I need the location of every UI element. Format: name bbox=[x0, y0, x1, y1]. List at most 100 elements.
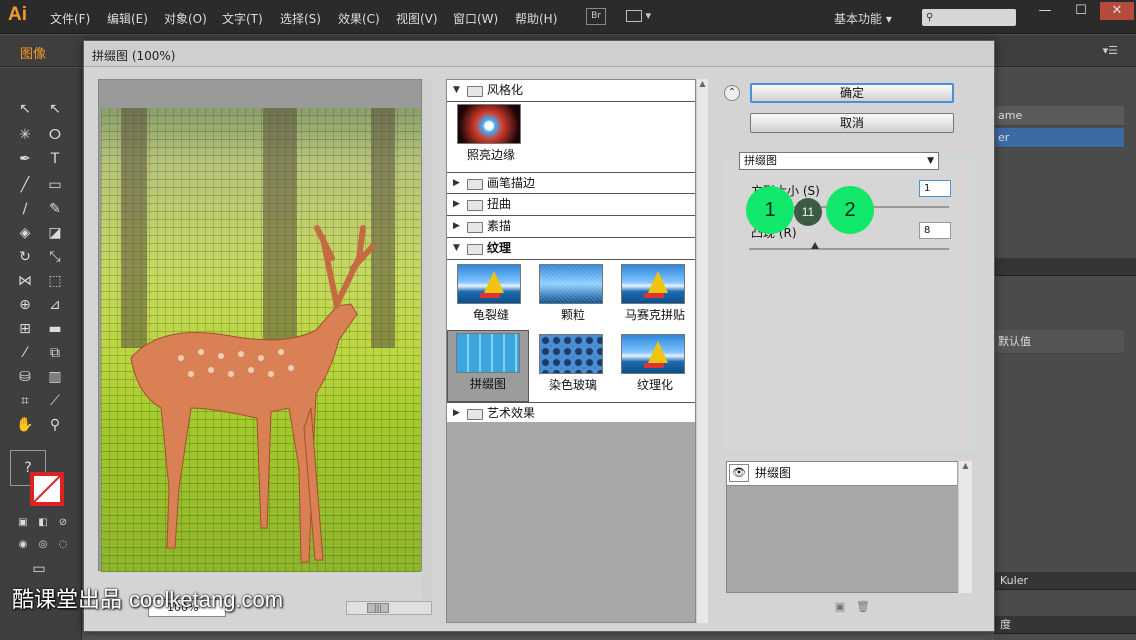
lasso-tool-icon[interactable]: ⵔ bbox=[44, 124, 66, 146]
preview-horizontal-scrollbar[interactable]: ||| bbox=[346, 601, 432, 615]
category-stylize[interactable]: ▼ 风格化 bbox=[447, 80, 695, 102]
eyedropper-tool-icon[interactable]: ⁄ bbox=[14, 342, 36, 364]
menu-help[interactable]: 帮助(H) bbox=[515, 10, 557, 27]
scroll-thumb[interactable]: ||| bbox=[367, 603, 389, 613]
new-effect-layer-icon[interactable]: ▣ bbox=[834, 601, 846, 613]
preview-vertical-scrollbar[interactable] bbox=[422, 79, 432, 599]
arrange-documents-button[interactable]: ▾ bbox=[626, 9, 656, 25]
filter-patchwork[interactable]: 拼缀图 bbox=[447, 330, 529, 402]
category-distort[interactable]: ▶ 扭曲 bbox=[447, 194, 695, 216]
filter-mosaic-tiles[interactable]: 马赛克拼贴 bbox=[615, 262, 689, 326]
delete-effect-layer-icon[interactable]: 🗑 bbox=[856, 601, 870, 613]
layer-row[interactable]: ame bbox=[994, 106, 1124, 126]
draw-behind-icon[interactable]: ◎ bbox=[32, 534, 54, 556]
bottom-panel-tab[interactable]: 度 bbox=[994, 616, 1136, 634]
color-mode-icon[interactable]: ▣ bbox=[12, 512, 34, 534]
menu-select[interactable]: 选择(S) bbox=[280, 10, 321, 27]
menu-edit[interactable]: 编辑(E) bbox=[107, 10, 148, 27]
app-logo: Ai bbox=[8, 4, 27, 25]
default-values-row[interactable]: 默认值 bbox=[994, 330, 1124, 354]
relief-input[interactable]: 8 bbox=[919, 222, 951, 239]
annotation-bubble-1: 1 bbox=[746, 186, 794, 234]
rotate-tool-icon[interactable]: ↻ bbox=[14, 246, 36, 268]
filter-thumbnail bbox=[539, 264, 603, 304]
preview-pane[interactable] bbox=[98, 79, 422, 572]
relief-slider[interactable] bbox=[749, 248, 949, 250]
menu-object[interactable]: 对象(O) bbox=[164, 10, 207, 27]
artboard-tool-icon[interactable]: ⌗ bbox=[14, 390, 36, 412]
ok-button[interactable]: 确定 bbox=[750, 83, 954, 103]
gradient-mode-icon[interactable]: ◧ bbox=[32, 512, 54, 534]
eye-icon[interactable]: 👁 bbox=[729, 464, 749, 482]
draw-inside-icon[interactable]: ◌ bbox=[52, 534, 74, 556]
menu-bar: Ai 文件(F) 编辑(E) 对象(O) 文字(T) 选择(S) 效果(C) 视… bbox=[0, 0, 1136, 34]
filter-grain[interactable]: 颗粒 bbox=[533, 262, 607, 326]
slice-tool-icon[interactable]: ⟋ bbox=[44, 390, 66, 412]
category-brush-strokes[interactable]: ▶ 画笔描边 bbox=[447, 172, 695, 194]
filter-gallery-dialog: 拼缀图 (100%) 100% ||| ▼ 风格化 照亮边缘 ▶ 画笔描边 ▶ … bbox=[83, 40, 995, 632]
hand-tool-icon[interactable]: ✋ bbox=[14, 414, 36, 436]
effect-layer-row[interactable]: 👁 拼缀图 bbox=[727, 462, 957, 486]
menu-effect[interactable]: 效果(C) bbox=[338, 10, 380, 27]
kuler-tab[interactable]: Kuler bbox=[994, 572, 1136, 590]
document-tab[interactable]: 图像 bbox=[20, 43, 46, 62]
fill-stroke-swatches[interactable]: ? bbox=[10, 450, 70, 510]
symbol-sprayer-tool-icon[interactable]: ⛁ bbox=[14, 366, 36, 388]
maximize-button[interactable]: ☐ bbox=[1064, 2, 1098, 20]
layer-row-selected[interactable]: er bbox=[994, 128, 1124, 148]
zoom-tool-icon[interactable]: ⚲ bbox=[44, 414, 66, 436]
type-tool-icon[interactable]: T bbox=[44, 148, 66, 170]
folder-icon bbox=[467, 86, 483, 97]
free-transform-tool-icon[interactable]: ⬚ bbox=[44, 270, 66, 292]
rectangle-tool-icon[interactable]: ▭ bbox=[44, 174, 66, 196]
collapse-gallery-button[interactable]: ⌃ bbox=[724, 85, 740, 101]
category-sketch[interactable]: ▶ 素描 bbox=[447, 216, 695, 238]
perspective-grid-tool-icon[interactable]: ⊿ bbox=[44, 294, 66, 316]
gradient-tool-icon[interactable]: ▬ bbox=[44, 318, 66, 340]
direct-selection-tool-icon[interactable]: ↖ bbox=[44, 98, 66, 120]
blend-tool-icon[interactable]: ⧉ bbox=[44, 342, 66, 364]
blob-brush-tool-icon[interactable]: ◈ bbox=[14, 222, 36, 244]
category-texture[interactable]: ▼ 纹理 bbox=[447, 238, 695, 260]
none-mode-icon[interactable]: ⊘ bbox=[52, 512, 74, 534]
filter-thumbnail bbox=[539, 334, 603, 374]
filter-texturizer[interactable]: 纹理化 bbox=[615, 332, 689, 396]
tree-scrollbar[interactable]: ▲ bbox=[696, 79, 708, 623]
filter-select[interactable]: 拼缀图 ▼ bbox=[739, 152, 939, 170]
filter-craquelure[interactable]: 龟裂缝 bbox=[451, 262, 525, 326]
menu-file[interactable]: 文件(F) bbox=[50, 10, 90, 27]
filter-thumbnail bbox=[621, 334, 685, 374]
minimize-button[interactable]: — bbox=[1028, 2, 1062, 20]
panel-menu-icon[interactable]: ▾☰ bbox=[1103, 44, 1118, 57]
selection-tool-icon[interactable]: ↖ bbox=[14, 98, 36, 120]
filter-glowing-edges[interactable]: 照亮边缘 bbox=[451, 102, 525, 166]
shape-builder-tool-icon[interactable]: ⊕ bbox=[14, 294, 36, 316]
layers-scrollbar[interactable]: ▲ bbox=[958, 461, 972, 593]
close-button[interactable]: ✕ bbox=[1100, 2, 1134, 20]
menu-window[interactable]: 窗口(W) bbox=[453, 10, 498, 27]
stroke-swatch[interactable] bbox=[30, 472, 64, 506]
workspace-switcher[interactable]: 基本功能 ▾ bbox=[834, 10, 892, 27]
pencil-tool-icon[interactable]: ✎ bbox=[44, 198, 66, 220]
mesh-tool-icon[interactable]: ⊞ bbox=[14, 318, 36, 340]
relief-slider-thumb[interactable] bbox=[811, 242, 819, 249]
category-artistic[interactable]: ▶ 艺术效果 bbox=[447, 402, 695, 424]
draw-normal-icon[interactable]: ◉ bbox=[12, 534, 34, 556]
filter-stained-glass[interactable]: 染色玻璃 bbox=[533, 332, 607, 396]
search-input[interactable]: ⚲ bbox=[922, 9, 1016, 26]
folder-icon bbox=[467, 244, 483, 255]
paintbrush-tool-icon[interactable]: ∕ bbox=[14, 198, 36, 220]
menu-type[interactable]: 文字(T) bbox=[222, 10, 263, 27]
screen-mode-icon[interactable]: ▭ bbox=[28, 558, 50, 580]
cancel-button[interactable]: 取消 bbox=[750, 113, 954, 133]
bridge-button[interactable]: Br bbox=[586, 8, 606, 25]
menu-view[interactable]: 视图(V) bbox=[396, 10, 438, 27]
pen-tool-icon[interactable]: ✒ bbox=[14, 148, 36, 170]
magic-wand-tool-icon[interactable]: ✳ bbox=[14, 124, 36, 146]
width-tool-icon[interactable]: ⋈ bbox=[14, 270, 36, 292]
scale-tool-icon[interactable]: ⤡ bbox=[44, 246, 66, 268]
line-tool-icon[interactable]: ╱ bbox=[14, 174, 36, 196]
square-size-input[interactable]: 1 bbox=[919, 180, 951, 197]
eraser-tool-icon[interactable]: ◪ bbox=[44, 222, 66, 244]
column-graph-tool-icon[interactable]: ▥ bbox=[44, 366, 66, 388]
